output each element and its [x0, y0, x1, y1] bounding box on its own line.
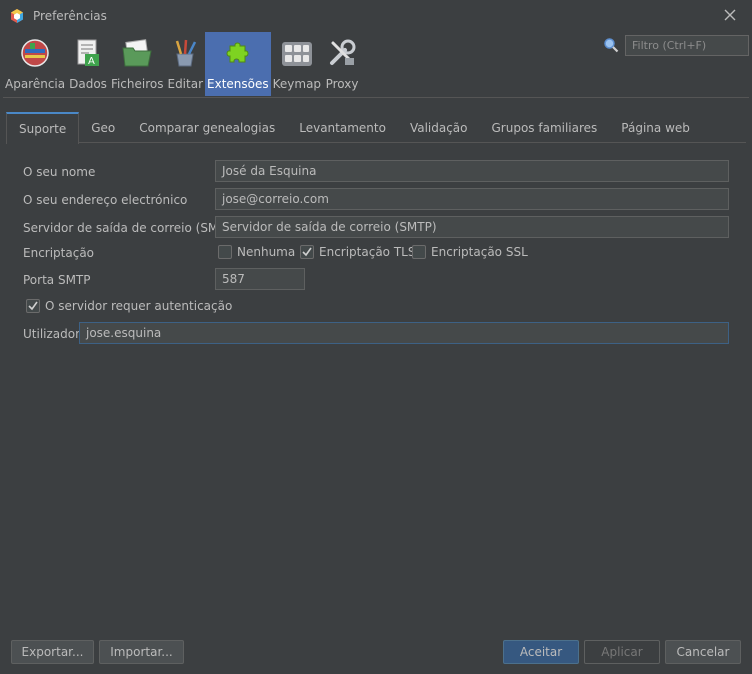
export-button[interactable]: Exportar... — [11, 640, 94, 664]
window-title: Preferências — [33, 9, 107, 23]
tab-validacao[interactable]: Validação — [398, 112, 480, 143]
toolbar-item-editar[interactable]: Editar — [165, 32, 205, 96]
toolbar-label: Keymap — [272, 77, 322, 91]
tab-suporte[interactable]: Suporte — [6, 112, 80, 144]
checkbox-box — [300, 245, 314, 259]
search-icon — [604, 38, 619, 53]
email-field[interactable]: jose@correio.com — [215, 188, 729, 210]
toolbar-label: Dados — [69, 77, 107, 91]
toolbar-item-keymap[interactable]: Keymap — [271, 32, 323, 96]
svg-text:A: A — [88, 56, 95, 67]
tab-grupos-familiares[interactable]: Grupos familiares — [480, 112, 610, 143]
tab-comparar-genealogias[interactable]: Comparar genealogias — [127, 112, 287, 143]
tab-bar: Suporte Geo Comparar genealogias Levanta… — [6, 112, 746, 144]
checkbox-label: Encriptação SSL — [431, 245, 528, 259]
cancel-button[interactable]: Cancelar — [665, 640, 741, 664]
enc-none-checkbox[interactable]: Nenhuma — [218, 245, 295, 259]
toolbar-label: Proxy — [325, 77, 359, 91]
toolbar-item-proxy[interactable]: Proxy — [323, 32, 361, 96]
check-icon — [28, 301, 38, 311]
checkbox-label: O servidor requer autenticação — [45, 299, 233, 313]
name-label: O seu nome — [23, 165, 96, 179]
toolbar-item-aparencia[interactable]: Aparência — [3, 32, 67, 96]
tab-levantamento[interactable]: Levantamento — [287, 112, 398, 143]
email-label: O seu endereço electrónico — [23, 193, 188, 207]
toolbar-item-extensoes[interactable]: Extensões — [205, 32, 271, 96]
title-bar: Preferências — [0, 0, 752, 32]
user-field[interactable]: jose.esquina — [79, 322, 729, 344]
close-icon[interactable] — [722, 7, 738, 23]
toolbar-label: Editar — [167, 77, 204, 91]
apply-button[interactable]: Aplicar — [584, 640, 660, 664]
document-icon: A — [71, 36, 105, 70]
checkbox-box — [26, 299, 40, 313]
wrench-icon — [325, 36, 359, 70]
toolbar-label: Extensões — [207, 77, 269, 91]
enc-tls-checkbox[interactable]: Encriptação TLS — [300, 245, 415, 259]
user-label: Utilizador — [23, 327, 81, 341]
accept-button[interactable]: Aceitar — [503, 640, 579, 664]
toolbar-item-ficheiros[interactable]: Ficheiros — [109, 32, 166, 96]
category-toolbar: Aparência A Dados Ficheiros Editar Exten… — [3, 32, 361, 96]
checkbox-box — [218, 245, 232, 259]
app-logo-icon — [11, 9, 23, 23]
checkbox-label: Nenhuma — [237, 245, 296, 259]
checkbox-box — [412, 245, 426, 259]
auth-checkbox[interactable]: O servidor requer autenticação — [26, 299, 232, 313]
tab-pagina-web[interactable]: Página web — [609, 112, 702, 143]
folder-icon — [120, 36, 154, 70]
smtp-field[interactable]: Servidor de saída de correio (SMTP) — [215, 216, 729, 238]
import-button[interactable]: Importar... — [99, 640, 184, 664]
filter-input[interactable] — [625, 35, 749, 56]
globe-icon — [18, 36, 52, 70]
tab-geo[interactable]: Geo — [79, 112, 127, 143]
brushes-icon — [168, 36, 202, 70]
port-label: Porta SMTP — [23, 273, 91, 287]
filter-box — [603, 35, 749, 56]
keyboard-icon — [280, 36, 314, 70]
enc-ssl-checkbox[interactable]: Encriptação SSL — [412, 245, 528, 259]
encryption-label: Encriptação — [23, 246, 95, 260]
check-icon — [302, 247, 312, 257]
toolbar-label: Aparência — [5, 77, 66, 91]
toolbar-label: Ficheiros — [110, 77, 164, 91]
name-field[interactable]: José da Esquina — [215, 160, 729, 182]
port-field[interactable]: 587 — [215, 268, 305, 290]
toolbar-separator — [3, 97, 749, 98]
smtp-label: Servidor de saída de correio (SMTP) — [23, 221, 238, 235]
checkbox-label: Encriptação TLS — [319, 245, 416, 259]
puzzle-icon — [221, 36, 255, 70]
toolbar-item-dados[interactable]: A Dados — [67, 32, 109, 96]
